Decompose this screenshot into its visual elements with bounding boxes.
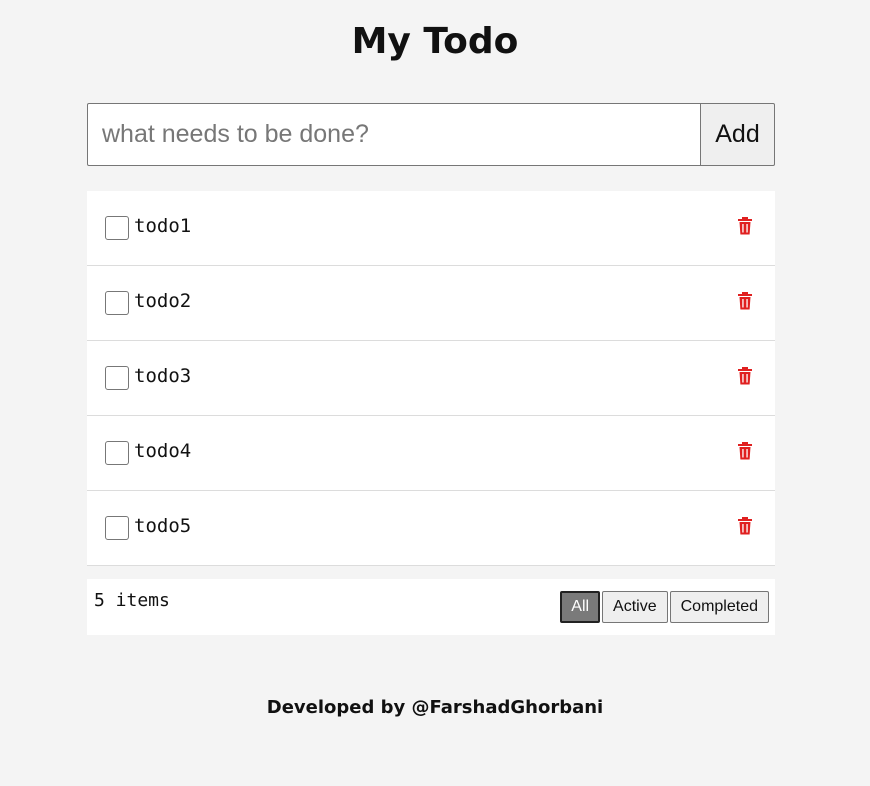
todo-item: todo5 bbox=[87, 491, 775, 566]
todo-checkbox[interactable] bbox=[105, 216, 129, 240]
todo-checkbox[interactable] bbox=[105, 441, 129, 465]
add-todo-form: Add bbox=[87, 103, 775, 166]
add-button[interactable]: Add bbox=[701, 103, 775, 166]
todo-checkbox[interactable] bbox=[105, 291, 129, 315]
todo-checkbox[interactable] bbox=[105, 366, 129, 390]
todo-label: todo5 bbox=[134, 515, 192, 537]
todo-label: todo1 bbox=[134, 215, 192, 237]
filter-group: All Active Completed bbox=[560, 591, 769, 623]
items-count: 5 items bbox=[94, 590, 170, 611]
todo-list: todo1 todo2 todo3 todo4 todo5 bbox=[87, 191, 775, 566]
todo-label: todo2 bbox=[134, 290, 192, 312]
todo-checkbox[interactable] bbox=[105, 516, 129, 540]
trash-icon[interactable] bbox=[735, 441, 755, 461]
trash-icon[interactable] bbox=[735, 216, 755, 236]
todo-item: todo3 bbox=[87, 341, 775, 416]
developer-credit: Developed by @FarshadGhorbani bbox=[266, 697, 604, 718]
trash-icon[interactable] bbox=[735, 516, 755, 536]
trash-icon[interactable] bbox=[735, 366, 755, 386]
todo-label: todo3 bbox=[134, 365, 192, 387]
trash-icon[interactable] bbox=[735, 291, 755, 311]
todo-item: todo2 bbox=[87, 266, 775, 341]
filter-completed-button[interactable]: Completed bbox=[669, 591, 769, 623]
todo-item: todo1 bbox=[87, 191, 775, 266]
todo-input[interactable] bbox=[87, 103, 701, 166]
page-title: My Todo bbox=[351, 21, 519, 62]
todo-footer: 5 items All Active Completed bbox=[87, 579, 775, 635]
filter-active-button[interactable]: Active bbox=[602, 591, 668, 623]
todo-label: todo4 bbox=[134, 440, 192, 462]
todo-item: todo4 bbox=[87, 416, 775, 491]
filter-all-button[interactable]: All bbox=[560, 591, 601, 623]
